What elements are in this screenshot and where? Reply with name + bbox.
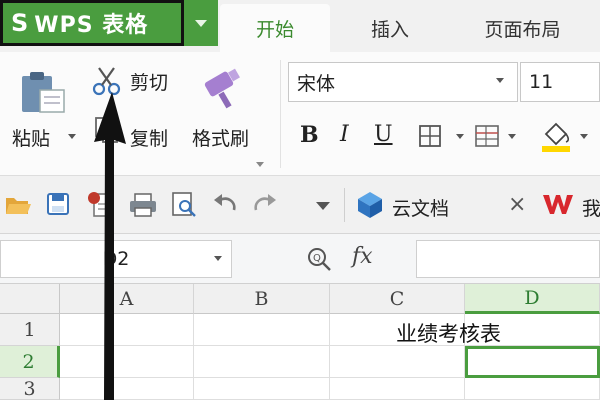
underline-button[interactable]: U [374,122,393,147]
name-box-dropdown-icon[interactable] [214,256,222,261]
close-icon[interactable]: × [508,192,526,217]
tab-bar: S WPS 表格 开始 插入 页面布局 [0,0,600,52]
app-title: WPS 表格 [34,13,149,38]
table-style-dropdown-icon[interactable] [508,134,516,139]
cloud-docs-icon[interactable] [356,190,384,220]
chevron-down-icon [195,19,207,27]
tab-home[interactable]: 开始 [220,4,330,52]
wps-logo-icon: S [11,9,29,37]
format-painter-button[interactable]: 格式刷 [192,124,249,151]
cell-a3[interactable] [60,378,194,400]
font-name-value: 宋体 [297,72,336,95]
bold-button[interactable]: B [300,122,319,148]
clipboard-group-launcher-icon[interactable] [256,162,264,167]
format-painter-icon[interactable] [200,66,244,112]
formula-bar: D2 Q fx [0,234,600,284]
font-name-dropdown-icon[interactable] [496,78,504,83]
row-header-3[interactable]: 3 [0,378,60,400]
cell-b2[interactable] [194,346,330,378]
name-box[interactable]: D2 [0,240,232,278]
selected-cell-d2[interactable] [465,346,600,378]
customize-toolbar-dropdown-icon[interactable] [316,202,330,210]
app-menu-dropdown-button[interactable] [184,0,218,46]
cell-a2[interactable] [60,346,194,378]
app-menu-button[interactable]: S WPS 表格 [0,0,184,46]
undo-icon[interactable] [212,194,238,216]
cell-d3[interactable] [465,378,600,400]
column-header-d[interactable]: D [465,284,600,314]
ribbon: 粘贴 剪切 复制 格式刷 宋体 11 B I U [0,52,600,176]
insert-function-button[interactable]: fx [352,244,373,269]
cell-c1-text: 业绩考核表 [396,322,501,346]
document-tab-title[interactable]: 我 [582,194,600,221]
paste-dropdown-icon[interactable] [68,134,76,139]
fill-color-dropdown-icon[interactable] [580,134,588,139]
wps-w-logo-icon[interactable] [542,192,574,216]
print-preview-icon[interactable] [170,190,198,218]
tab-insert[interactable]: 插入 [340,4,440,52]
export-icon[interactable] [86,190,116,218]
spreadsheet-grid: A B C D 1 2 3 业绩考核表 [0,284,600,400]
cell-b3[interactable] [194,378,330,400]
paste-button[interactable]: 粘贴 [12,124,50,151]
table-style-icon[interactable] [474,124,500,148]
tab-page-layout[interactable]: 页面布局 [445,4,600,52]
paste-icon[interactable] [20,70,68,114]
column-header-b[interactable]: B [194,284,330,314]
search-function-icon[interactable]: Q [306,246,332,272]
font-size-value: 11 [529,71,554,93]
cut-button[interactable]: 剪切 [130,68,168,95]
scissors-icon[interactable] [92,66,122,96]
italic-button[interactable]: I [340,122,349,147]
toolbar-divider [344,188,345,222]
select-all-corner[interactable] [0,284,60,314]
quick-access-toolbar: 云文档 × 我 [0,176,600,234]
open-folder-icon[interactable] [4,192,32,216]
copy-button[interactable]: 复制 [130,124,168,151]
column-header-c[interactable]: C [330,284,465,314]
ribbon-divider [280,60,281,168]
cell-b1[interactable] [194,314,330,346]
redo-icon[interactable] [252,194,278,216]
borders-dropdown-icon[interactable] [456,134,464,139]
row-header-2[interactable]: 2 [0,346,60,378]
row-header-1[interactable]: 1 [0,314,60,346]
font-name-select[interactable]: 宋体 [288,62,518,102]
cell-c2[interactable] [330,346,465,378]
cell-c3[interactable] [330,378,465,400]
svg-text:Q: Q [313,253,321,264]
column-header-a[interactable]: A [60,284,194,314]
copy-icon[interactable] [94,116,120,144]
formula-input[interactable] [416,240,600,278]
name-box-value: D2 [102,248,130,270]
cloud-docs-button[interactable]: 云文档 [392,194,449,221]
cell-a1[interactable] [60,314,194,346]
fill-color-icon[interactable] [540,120,572,154]
borders-icon[interactable] [418,124,442,148]
font-size-select[interactable]: 11 [520,62,600,102]
print-icon[interactable] [128,192,158,218]
save-icon[interactable] [46,192,70,216]
